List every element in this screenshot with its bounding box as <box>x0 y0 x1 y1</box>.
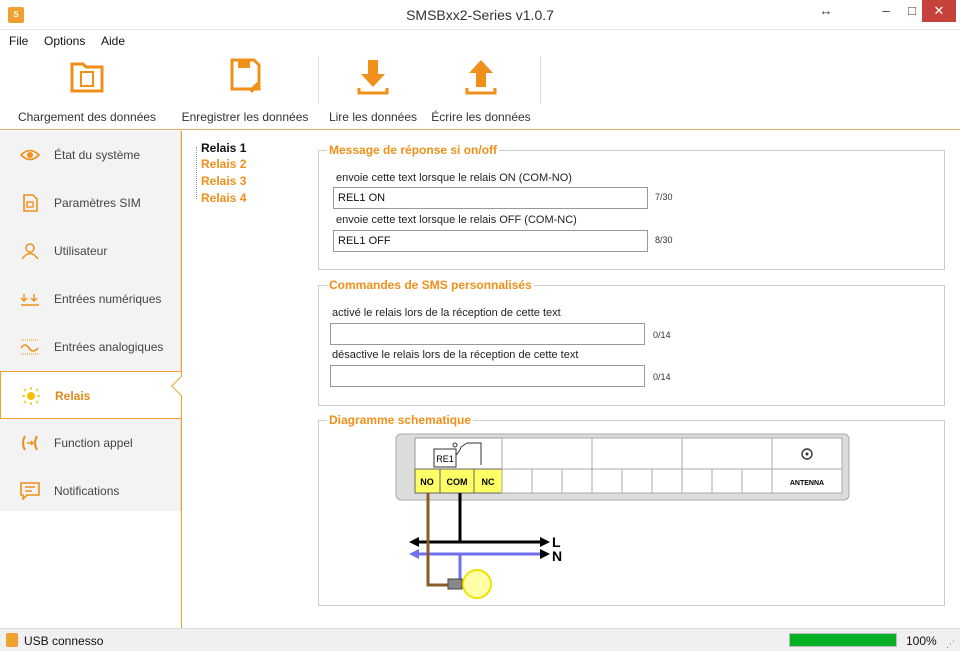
tree-item-relais-1[interactable]: Relais 1 <box>201 141 246 155</box>
sidebar-item-parametres-sim[interactable]: Paramètres SIM <box>0 179 181 227</box>
activate-command-counter: 0/14 <box>653 330 671 340</box>
tree-item-relais-4[interactable]: Relais 4 <box>201 191 246 205</box>
terminal-com: COM <box>447 477 468 487</box>
analog-input-icon <box>20 339 39 355</box>
toolbar-divider <box>318 56 319 104</box>
menu-options[interactable]: Options <box>44 34 85 48</box>
minimize-button[interactable]: – <box>872 0 900 22</box>
deactivate-command-counter: 0/14 <box>653 372 671 382</box>
schematic-diagram: RE1 NO COM NC ANTENNA L N <box>395 433 850 599</box>
on-message-input[interactable]: REL1 ON <box>333 187 648 209</box>
progress-label: 100% <box>906 634 937 648</box>
read-data-button[interactable]: Lire les données <box>322 54 424 128</box>
sidebar-item-etat-systeme[interactable]: État du système <box>0 131 181 179</box>
off-message-input[interactable]: REL1 OFF <box>333 230 648 252</box>
write-data-button[interactable]: Écrire les données <box>426 54 536 128</box>
off-message-label: envoie cette text lorsque le relais OFF … <box>336 214 577 226</box>
sim-card-icon <box>23 194 38 212</box>
group-title: Commandes de SMS personnalisés <box>327 278 534 292</box>
activate-command-label: activé le relais lors de la réception de… <box>332 307 561 319</box>
sidebar-item-function-appel[interactable]: Function appel <box>0 419 181 467</box>
antenna-label: ANTENNA <box>790 480 824 487</box>
sidebar-item-notifications[interactable]: Notifications <box>0 467 181 515</box>
activate-command-input[interactable] <box>330 323 645 345</box>
terminal-no: NO <box>420 477 434 487</box>
sidebar-item-entrees-analogiques[interactable]: Entrées analogiques <box>0 323 181 371</box>
user-icon <box>21 243 39 260</box>
save-data-button[interactable]: Enregistrer les données <box>176 54 314 128</box>
tree-item-relais-3[interactable]: Relais 3 <box>201 174 246 188</box>
digital-input-icon <box>20 294 39 306</box>
load-data-button[interactable]: Chargement des données <box>0 54 174 128</box>
group-title: Message de réponse si on/off <box>327 143 500 157</box>
line-n-label: N <box>552 548 562 564</box>
status-bar: USB connesso 100% ⋰ <box>0 628 960 651</box>
usb-icon <box>6 633 18 647</box>
toolbar-divider <box>540 56 541 104</box>
download-arrow-icon <box>357 60 389 95</box>
sidebar-item-utilisateur[interactable]: Utilisateur <box>0 227 181 275</box>
sidebar-item-entrees-numeriques[interactable]: Entrées numériques <box>0 275 181 323</box>
connection-status: USB connesso <box>24 634 104 648</box>
save-icon <box>230 58 261 93</box>
resize-grip[interactable]: ⋰ <box>946 639 955 650</box>
terminal-nc: NC <box>482 477 495 487</box>
off-message-counter: 8/30 <box>655 235 673 245</box>
menu-aide[interactable]: Aide <box>101 34 125 48</box>
sidebar: État du système Paramètres SIM Utilisate… <box>0 131 181 511</box>
tree-item-relais-2[interactable]: Relais 2 <box>201 157 246 171</box>
resize-button[interactable]: ↔ <box>812 0 840 22</box>
toolbar: Chargement des données Enregistrer les d… <box>0 52 960 130</box>
group-title: Diagramme schematique <box>327 413 474 427</box>
progress-fill <box>790 634 896 646</box>
sidebar-item-relais[interactable]: Relais <box>0 371 181 419</box>
tree-connector <box>196 147 197 199</box>
menu-bar: File Options Aide <box>0 30 960 52</box>
lamp-icon <box>462 569 492 599</box>
menu-file[interactable]: File <box>9 34 28 48</box>
title-bar: S SMSBxx2-Series v1.0.7 ↔ – □ ✕ <box>0 0 960 30</box>
deactivate-command-input[interactable] <box>330 365 645 387</box>
on-message-counter: 7/30 <box>655 192 673 202</box>
bulb-icon <box>22 387 40 405</box>
progress-bar <box>789 633 897 647</box>
relay-label: RE1 <box>436 454 454 464</box>
eye-icon <box>20 149 40 161</box>
upload-arrow-icon <box>465 60 497 95</box>
close-button[interactable]: ✕ <box>922 0 956 22</box>
on-message-label: envoie cette text lorsque le relais ON (… <box>336 172 572 184</box>
call-forward-icon <box>22 435 38 451</box>
response-message-group: Message de réponse si on/off <box>318 143 945 270</box>
deactivate-command-label: désactive le relais lors de la réception… <box>332 349 579 361</box>
bulb-base <box>447 578 463 590</box>
sms-commands-group: Commandes de SMS personnalisés <box>318 278 945 406</box>
message-icon <box>20 482 40 500</box>
folder-icon <box>70 62 104 93</box>
